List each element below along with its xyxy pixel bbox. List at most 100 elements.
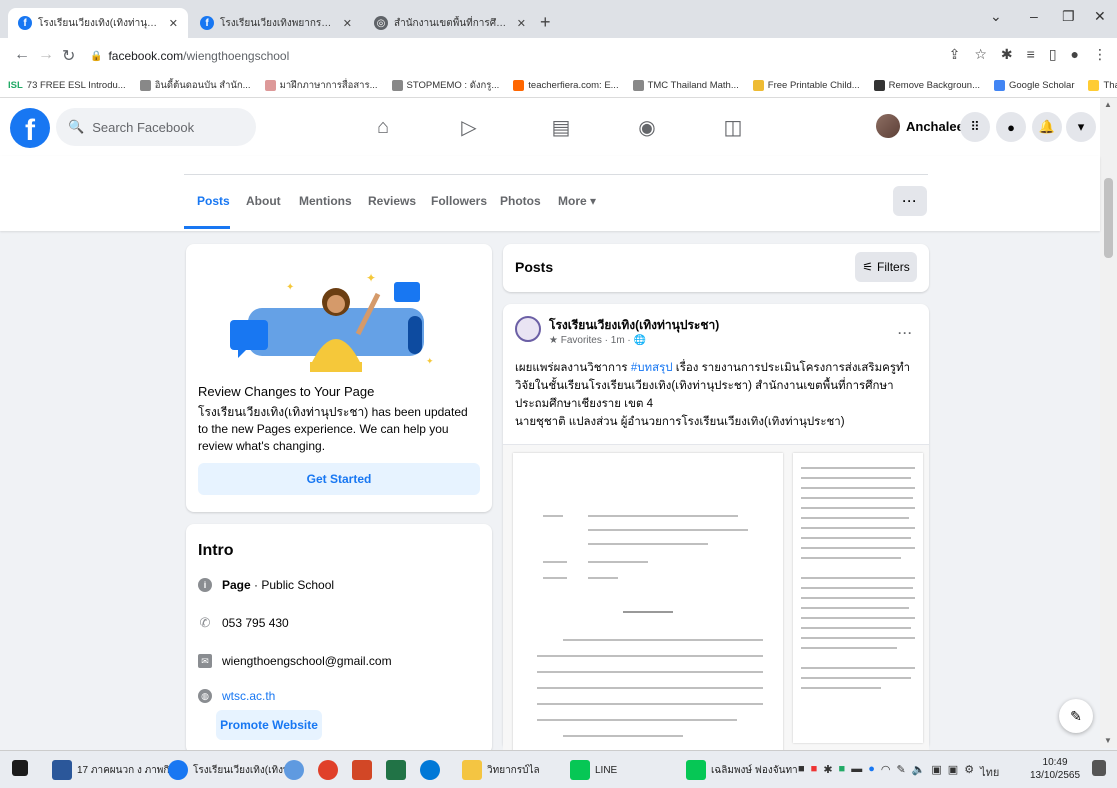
- new-tab-button[interactable]: +: [540, 12, 551, 33]
- page-avatar[interactable]: [515, 316, 541, 342]
- tray-icon[interactable]: ■: [811, 763, 818, 781]
- facebook-logo-icon[interactable]: f: [10, 108, 50, 148]
- tray-icon[interactable]: ■: [839, 763, 846, 781]
- bookmark-item[interactable]: TMC Thailand Math...: [632, 80, 739, 91]
- excel-icon: [386, 760, 406, 780]
- tab-more[interactable]: More ▾: [558, 194, 596, 208]
- bookmark-star-icon[interactable]: ☆: [974, 46, 987, 63]
- filters-button[interactable]: ⚟ Filters: [855, 252, 917, 282]
- promote-website-button[interactable]: Promote Website: [216, 710, 322, 740]
- wifi-icon[interactable]: ◠: [881, 763, 891, 781]
- notifications-bell-icon[interactable]: 🔔: [1032, 112, 1062, 142]
- bookmark-item[interactable]: มาฝึกภาษาการสื่อสาร...: [264, 78, 378, 93]
- scrollbar-thumb[interactable]: [1104, 178, 1113, 258]
- tray-icon[interactable]: ▣: [931, 763, 941, 781]
- post-document-image[interactable]: [503, 444, 929, 750]
- tab-search-icon[interactable]: ⌄: [990, 8, 1002, 25]
- tray-icon[interactable]: ✱: [823, 763, 832, 781]
- lock-icon: 🔒: [90, 50, 103, 62]
- page-more-options-button[interactable]: ···: [893, 186, 927, 216]
- tab-mentions[interactable]: Mentions: [299, 194, 352, 208]
- tray-icon[interactable]: ▬: [851, 763, 862, 781]
- bookmark-item[interactable]: Google Scholar: [994, 80, 1074, 91]
- tray-icon[interactable]: ●: [868, 763, 875, 781]
- intro-title: Intro: [198, 542, 234, 559]
- page-scrollbar[interactable]: ▲ ▼: [1100, 98, 1117, 748]
- reading-list-icon[interactable]: ≡: [1027, 46, 1035, 63]
- tray-icon[interactable]: ▣: [948, 763, 958, 781]
- forward-arrow-icon[interactable]: →: [38, 46, 54, 64]
- taskbar-pin[interactable]: [284, 760, 304, 780]
- tab-reviews[interactable]: Reviews: [368, 194, 416, 208]
- post-options-button[interactable]: ···: [898, 326, 913, 340]
- compose-message-button[interactable]: ✎: [1059, 699, 1093, 733]
- get-started-button[interactable]: Get Started: [198, 463, 480, 495]
- pen-icon[interactable]: ✎: [896, 763, 905, 781]
- bookmark-item[interactable]: ISL 73 FREE ESL Introdu...: [8, 80, 126, 91]
- intro-website[interactable]: ◍ wtsc.ac.th: [198, 689, 275, 703]
- review-title: Review Changes to Your Page: [198, 384, 375, 399]
- marketplace-icon[interactable]: ▤: [546, 112, 576, 142]
- side-panel-icon[interactable]: ▯: [1049, 46, 1057, 63]
- bookmark-item[interactable]: teacherfiera.com: E...: [513, 80, 619, 91]
- bookmark-item[interactable]: Free Printable Child...: [752, 80, 860, 91]
- bookmark-item[interactable]: Remove Backgroun...: [873, 80, 980, 91]
- account-chevron-icon[interactable]: ▾: [1066, 112, 1096, 142]
- tray-icon[interactable]: ■: [798, 763, 805, 781]
- tray-icon[interactable]: ⚙: [964, 763, 974, 781]
- tab-title: สำนักงานเขตพื้นที่การศึกษาประถมศึ: [394, 17, 511, 29]
- search-input[interactable]: 🔍 Search Facebook: [56, 108, 256, 146]
- bookmark-item[interactable]: STOPMEMO : ดังกรู...: [391, 78, 499, 93]
- browser-tab-active[interactable]: f โรงเรียนเวียงเทิง(เทิงท่านุประชา) | Fa…: [8, 8, 188, 38]
- restore-icon[interactable]: ❐: [1062, 8, 1075, 25]
- menu-grid-icon[interactable]: ⠿: [960, 112, 990, 142]
- home-icon[interactable]: ⌂: [368, 112, 398, 142]
- close-tab-icon[interactable]: ✕: [343, 17, 352, 30]
- taskbar-item-folder[interactable]: วิทยากรบ์ไล: [462, 760, 540, 780]
- system-tray[interactable]: ■ ■ ✱ ■ ▬ ● ◠ ✎ 🔈 ▣ ▣ ⚙ ไทย: [798, 763, 999, 781]
- system-clock[interactable]: 10:49 13/10/2565: [1030, 756, 1080, 782]
- back-arrow-icon[interactable]: ←: [14, 46, 30, 64]
- scroll-down-icon[interactable]: ▼: [1104, 736, 1112, 745]
- hashtag-link[interactable]: #บทสรุป: [631, 362, 673, 374]
- profile-button[interactable]: Anchalee: [876, 114, 964, 138]
- taskbar-pin[interactable]: [318, 760, 338, 780]
- notification-center-icon: [1092, 760, 1106, 776]
- extensions-icon[interactable]: ✱: [1001, 46, 1013, 63]
- taskbar-pin[interactable]: [420, 760, 440, 780]
- browser-tab[interactable]: ◎ สำนักงานเขตพื้นที่การศึกษาประถมศึ ✕: [364, 8, 536, 38]
- groups-icon[interactable]: ◉: [632, 112, 662, 142]
- globe-favicon-icon: ◎: [374, 16, 388, 30]
- window-close-icon[interactable]: ✕: [1094, 8, 1106, 25]
- taskbar-item-word[interactable]: 17 ภาคผนวก ง ภาพกิ...: [52, 760, 178, 780]
- scroll-up-icon[interactable]: ▲: [1104, 100, 1112, 109]
- watch-video-icon[interactable]: ▷: [454, 112, 484, 142]
- taskbar-item-user[interactable]: เฉลิมพงษ์ ฟองจันทา: [686, 760, 798, 780]
- browser-menu-icon[interactable]: ⋮: [1093, 46, 1107, 63]
- language-indicator[interactable]: ไทย: [980, 763, 999, 781]
- browser-tab[interactable]: f โรงเรียนเวียงเทิงพยากรณ์ | Facebook ✕: [190, 8, 362, 38]
- tab-about[interactable]: About: [246, 194, 281, 208]
- taskbar-item-line[interactable]: LINE: [570, 760, 617, 780]
- url-bar[interactable]: 🔒 facebook.com/wiengthoengschool: [90, 44, 940, 68]
- profile-avatar-icon[interactable]: ●: [1071, 46, 1079, 63]
- reload-icon[interactable]: ↻: [62, 46, 75, 66]
- tab-followers[interactable]: Followers: [431, 194, 487, 208]
- gaming-icon[interactable]: ◫: [718, 112, 748, 142]
- volume-icon[interactable]: 🔈: [912, 763, 926, 781]
- minimize-icon[interactable]: –: [1030, 8, 1038, 24]
- taskbar-pin[interactable]: [386, 760, 406, 780]
- post-author[interactable]: โรงเรียนเวียงเทิง(เทิงท่านุประชา): [549, 316, 719, 335]
- start-button[interactable]: [12, 760, 28, 776]
- bookmark-item[interactable]: อินดี้ต้นดอนบัน สำนัก...: [139, 78, 251, 93]
- close-tab-icon[interactable]: ✕: [169, 17, 178, 30]
- messenger-icon[interactable]: ●: [996, 112, 1026, 142]
- tab-photos[interactable]: Photos: [500, 194, 541, 208]
- taskbar-pin[interactable]: [352, 760, 372, 780]
- taskbar-item-chrome[interactable]: โรงเรียนเวียงเทิง(เทิงท...: [168, 760, 298, 780]
- notifications-icon[interactable]: [1092, 760, 1106, 776]
- share-icon[interactable]: ⇪: [949, 46, 961, 63]
- close-tab-icon[interactable]: ✕: [517, 17, 526, 30]
- bookmark-item[interactable]: ThaiDocs: [1088, 80, 1117, 91]
- tab-posts[interactable]: Posts: [197, 194, 230, 208]
